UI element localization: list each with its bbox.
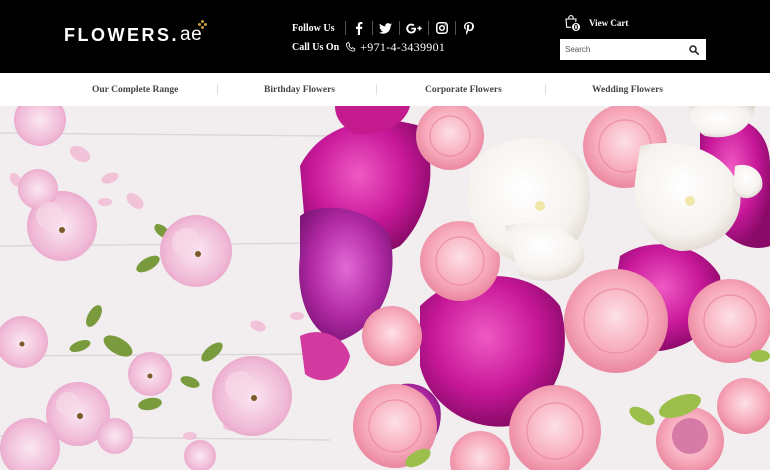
nav-divider — [545, 84, 546, 95]
divider — [454, 21, 456, 35]
google-plus-icon[interactable] — [405, 21, 422, 35]
nav-item-our-complete-range[interactable]: Our Complete Range — [92, 85, 178, 95]
nav-item-wedding-flowers[interactable]: Wedding Flowers — [592, 85, 663, 95]
instagram-icon[interactable] — [435, 21, 449, 35]
search-icon[interactable] — [684, 40, 704, 59]
view-cart-label: View Cart — [589, 18, 629, 28]
nav-divider — [217, 84, 218, 95]
divider — [371, 21, 373, 35]
logo-text: FLOWERS. — [64, 25, 179, 45]
search-box — [560, 39, 706, 60]
flowers-illustration — [0, 106, 770, 470]
divider — [427, 21, 429, 35]
hero-banner-image — [0, 106, 770, 470]
nav-item-corporate-flowers[interactable]: Corporate Flowers — [425, 85, 502, 95]
phone-icon — [345, 42, 356, 53]
twitter-icon[interactable] — [379, 21, 393, 35]
facebook-icon[interactable] — [352, 21, 366, 35]
divider — [344, 21, 346, 35]
follow-us-label: Follow Us — [292, 22, 335, 34]
shopping-bag-icon: 0 — [565, 15, 581, 32]
phone-number-link[interactable]: +971-4-3439901 — [360, 40, 445, 55]
nav-divider — [376, 84, 377, 95]
pinterest-icon[interactable] — [462, 21, 476, 35]
view-cart-link[interactable]: 0 View Cart — [565, 15, 629, 32]
search-input[interactable] — [560, 40, 684, 59]
follow-us-row: Follow Us — [292, 20, 476, 36]
site-header: FLOWERS. ae Follow Us Call Us On +971-4-… — [0, 0, 770, 73]
divider — [398, 21, 400, 35]
cart-count-badge: 0 — [571, 22, 581, 32]
call-us-label: Call Us On — [292, 42, 340, 53]
main-navigation: Our Complete Range Birthday Flowers Corp… — [0, 73, 770, 106]
logo-flower-icon — [198, 20, 208, 30]
logo[interactable]: FLOWERS. ae — [64, 20, 208, 46]
nav-item-birthday-flowers[interactable]: Birthday Flowers — [264, 85, 335, 95]
call-us-row: Call Us On +971-4-3439901 — [292, 40, 445, 55]
